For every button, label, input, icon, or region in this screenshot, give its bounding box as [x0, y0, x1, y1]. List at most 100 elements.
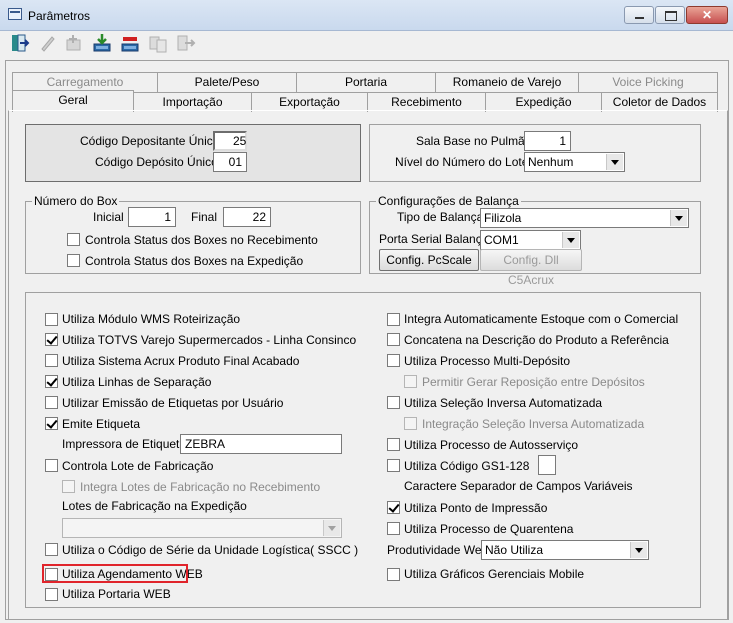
tipo-balanca-value: Filizola: [484, 211, 522, 225]
inicial-label: Inicial: [93, 210, 124, 224]
minimize-button[interactable]: [624, 6, 654, 24]
config-pcscale-button[interactable]: Config. PcScale: [379, 249, 479, 271]
sala-base-label: Sala Base no Pulmão: [416, 134, 532, 148]
nivel-lote-value: Nenhum: [528, 155, 574, 169]
integra-estoque-checkbox[interactable]: [387, 313, 400, 326]
final-field[interactable]: 22: [223, 207, 271, 227]
chevron-down-icon[interactable]: [606, 154, 623, 170]
tab-expedicao[interactable]: Expedição: [485, 92, 602, 112]
exit-icon[interactable]: [9, 32, 31, 54]
impressora-field[interactable]: ZEBRA: [180, 434, 342, 454]
codigo-depositante-field[interactable]: 25: [213, 131, 247, 151]
sala-base-field[interactable]: 1: [524, 131, 571, 151]
balanca-title: Configurações de Balança: [376, 194, 521, 208]
download-icon[interactable]: [91, 32, 113, 54]
linhas-checkbox[interactable]: [45, 375, 58, 388]
impressora-label: Impressora de Etiquetas: [62, 437, 193, 451]
tab-portaria[interactable]: Portaria: [296, 72, 436, 92]
gs1-label: Utiliza Código GS1-128: [404, 459, 530, 473]
tab-romaneio-de-varejo[interactable]: Romaneio de Varejo: [435, 72, 579, 92]
quarentena-checkbox[interactable]: [387, 522, 400, 535]
separador-label: Caractere Separador de Campos Variáveis: [404, 479, 633, 493]
integra-lotes-label: Integra Lotes de Fabricação no Recebimen…: [80, 480, 321, 494]
tab-coletor-de-dados[interactable]: Coletor de Dados: [601, 92, 718, 112]
graficos-label: Utiliza Gráficos Gerenciais Mobile: [404, 567, 585, 581]
multi-deposito-label: Utiliza Processo Multi-Depósito: [404, 354, 571, 368]
concatena-label: Concatena na Descrição do Produto a Refe…: [404, 333, 669, 347]
window-title: Parâmetros: [28, 9, 91, 23]
multi-deposito-checkbox[interactable]: [387, 354, 400, 367]
graficos-checkbox[interactable]: [387, 568, 400, 581]
lotes-expedicao-select[interactable]: [62, 518, 342, 538]
status-expedicao-label: Controla Status dos Boxes na Expedição: [85, 254, 304, 268]
lotes-expedicao-label: Lotes de Fabricação na Expedição: [62, 499, 247, 513]
emite-etiqueta-checkbox[interactable]: [45, 417, 58, 430]
autosservico-label: Utiliza Processo de Autosserviço: [404, 438, 579, 452]
sscc-label: Utiliza o Código de Série da Unidade Log…: [62, 543, 359, 557]
status-recebimento-checkbox[interactable]: [67, 233, 80, 246]
lote-fabricacao-checkbox[interactable]: [45, 459, 58, 472]
close-button[interactable]: ✕: [686, 6, 728, 24]
quarentena-label: Utiliza Processo de Quarentena: [404, 522, 574, 536]
concatena-checkbox[interactable]: [387, 333, 400, 346]
tab-exportacao[interactable]: Exportação: [251, 92, 368, 112]
depositante-panel: [25, 124, 361, 182]
integra-lotes-checkbox[interactable]: [62, 480, 75, 493]
tab-recebimento[interactable]: Recebimento: [367, 92, 486, 112]
config-dll-button[interactable]: Config. Dll C5Acrux: [480, 249, 582, 287]
porta-serial-select[interactable]: COM1: [480, 230, 581, 250]
porta-serial-value: COM1: [484, 233, 519, 247]
autosservico-checkbox[interactable]: [387, 438, 400, 451]
portaria-web-label: Utiliza Portaria WEB: [62, 587, 171, 601]
totvs-label: Utiliza TOTVS Varejo Supermercados - Lin…: [62, 333, 357, 347]
inicial-field[interactable]: 1: [128, 207, 176, 227]
numero-box-title: Número do Box: [32, 194, 120, 208]
integracao-selecao-checkbox[interactable]: [404, 417, 417, 430]
emissao-label: Utilizar Emissão de Etiquetas por Usuári…: [62, 396, 284, 410]
integracao-selecao-label: Integração Seleção Inversa Automatizada: [422, 417, 645, 431]
sscc-checkbox[interactable]: [45, 543, 58, 556]
produtividade-value: Não Utiliza: [485, 543, 544, 557]
gs1-separator-field[interactable]: [538, 455, 556, 475]
delete-icon[interactable]: [119, 32, 141, 54]
copy-icon[interactable]: [147, 32, 169, 54]
export-icon[interactable]: [175, 32, 197, 54]
tab-voice-picking[interactable]: Voice Picking: [578, 72, 718, 92]
ponto-impressao-checkbox[interactable]: [387, 501, 400, 514]
codigo-depositante-label: Código Depositante Único: [80, 134, 220, 148]
status-recebimento-label: Controla Status dos Boxes no Recebimento: [85, 233, 318, 247]
selecao-inversa-checkbox[interactable]: [387, 396, 400, 409]
produtividade-select[interactable]: Não Utiliza: [481, 540, 649, 560]
tipo-balanca-select[interactable]: Filizola: [480, 208, 689, 228]
linhas-label: Utiliza Linhas de Separação: [62, 375, 212, 389]
chevron-down-icon[interactable]: [562, 232, 579, 248]
wms-checkbox[interactable]: [45, 313, 58, 326]
emissao-checkbox[interactable]: [45, 396, 58, 409]
produtividade-label: Produtividade Web: [387, 543, 489, 557]
porta-serial-label: Porta Serial Balança: [379, 232, 489, 246]
tab-carregamento[interactable]: Carregamento: [12, 72, 158, 92]
permitir-reposicao-label: Permitir Gerar Reposição entre Depósitos: [422, 375, 645, 389]
codigo-deposito-field[interactable]: 01: [213, 152, 247, 172]
tab-geral[interactable]: Geral: [12, 90, 134, 112]
add-icon[interactable]: [63, 32, 85, 54]
edit-icon[interactable]: [37, 32, 59, 54]
nivel-lote-select[interactable]: Nenhum: [524, 152, 625, 172]
tab-palete-peso[interactable]: Palete/Peso: [157, 72, 297, 92]
final-label: Final: [191, 210, 218, 224]
permitir-reposicao-checkbox[interactable]: [404, 375, 417, 388]
totvs-checkbox[interactable]: [45, 333, 58, 346]
maximize-button[interactable]: [655, 6, 685, 24]
nivel-lote-label: Nível do Número do Lote: [395, 155, 529, 169]
gs1-checkbox[interactable]: [387, 459, 400, 472]
portaria-web-checkbox[interactable]: [45, 588, 58, 601]
chevron-down-icon[interactable]: [630, 542, 647, 558]
tab-importacao[interactable]: Importação: [133, 92, 252, 112]
chevron-down-icon[interactable]: [323, 520, 340, 536]
integra-estoque-label: Integra Automaticamente Estoque com o Co…: [404, 312, 679, 326]
codigo-deposito-label: Código Depósito Único: [95, 155, 218, 169]
tipo-balanca-label: Tipo de Balança: [397, 210, 484, 224]
acrux-checkbox[interactable]: [45, 354, 58, 367]
status-expedicao-checkbox[interactable]: [67, 254, 80, 267]
chevron-down-icon[interactable]: [670, 210, 687, 226]
